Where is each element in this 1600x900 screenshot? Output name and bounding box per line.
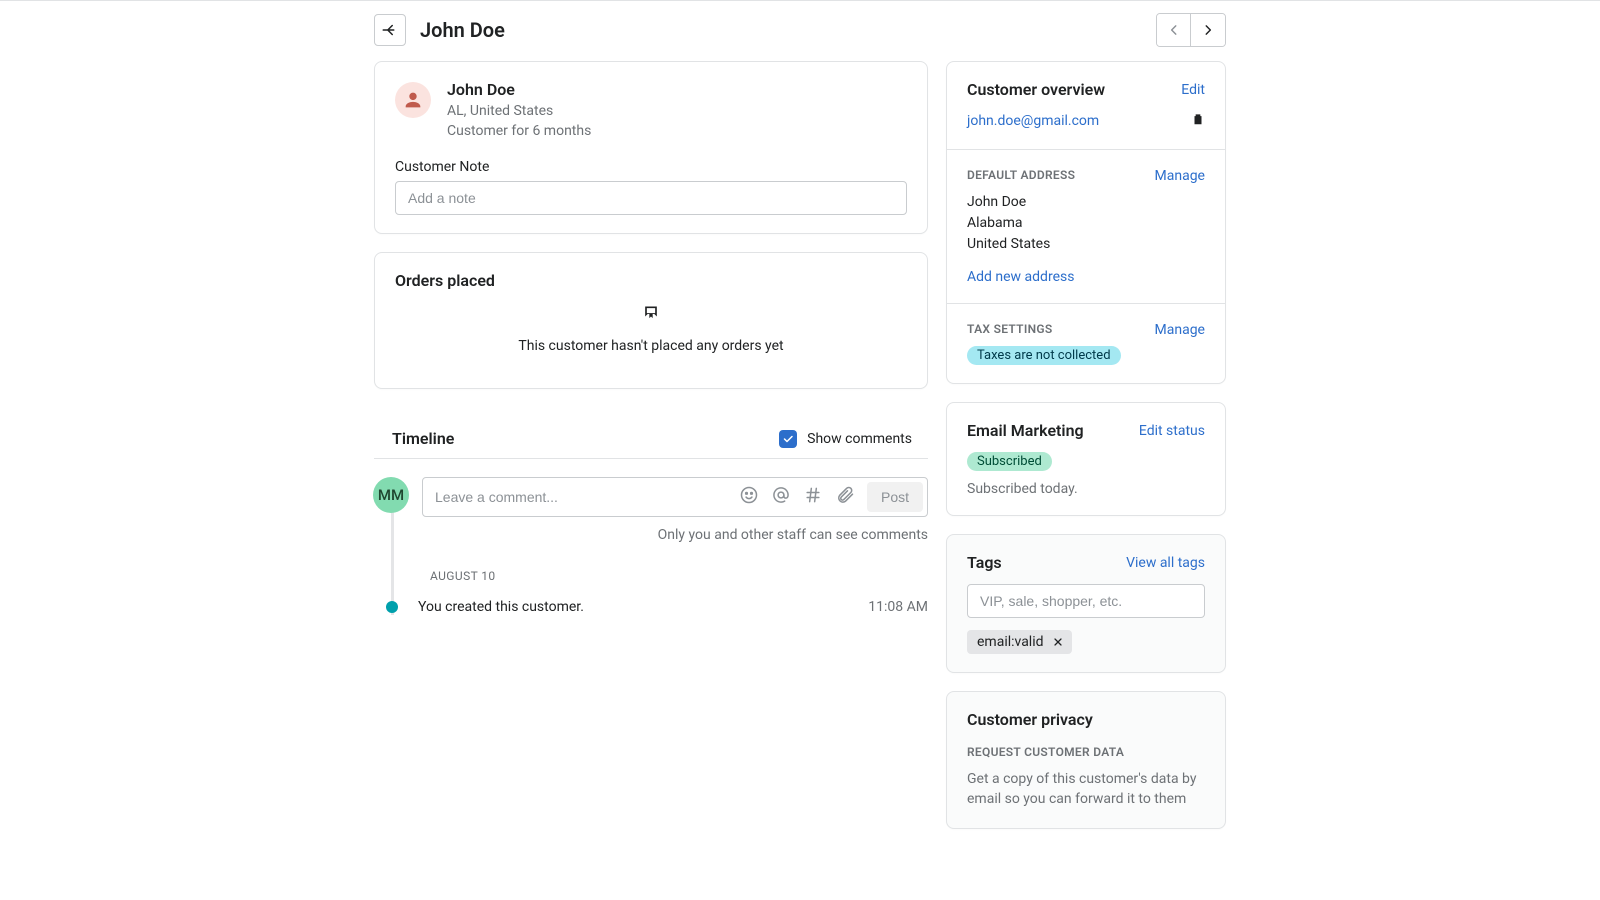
timeline-title: Timeline (392, 429, 454, 448)
default-address-heading: DEFAULT ADDRESS (967, 168, 1075, 182)
hash-icon[interactable] (803, 485, 823, 509)
post-button[interactable]: Post (867, 482, 923, 512)
overview-card: Customer overview Edit john.doe@gmail.co… (946, 61, 1226, 384)
privacy-card: Customer privacy REQUEST CUSTOMER DATA G… (946, 691, 1226, 829)
prev-record-button[interactable] (1157, 14, 1191, 46)
add-address-link[interactable]: Add new address (967, 269, 1074, 285)
address-line: John Doe (967, 192, 1205, 213)
timeline-event: You created this customer. 11:08 AM (374, 593, 928, 615)
page-title: John Doe (420, 18, 505, 42)
customer-name: John Doe (447, 80, 591, 101)
show-comments-toggle[interactable]: Show comments (779, 430, 912, 448)
inbox-icon (641, 304, 661, 324)
comment-hint: Only you and other staff can see comment… (422, 527, 928, 543)
subscription-badge: Subscribed (967, 452, 1052, 471)
orders-empty-message: This customer hasn't placed any orders y… (395, 338, 907, 354)
overview-edit-link[interactable]: Edit (1181, 82, 1205, 98)
timeline-event-text: You created this customer. (418, 599, 848, 615)
manage-tax-link[interactable]: Manage (1155, 322, 1205, 338)
show-comments-label: Show comments (807, 431, 912, 447)
address-line: United States (967, 234, 1205, 255)
checkbox-checked-icon (779, 430, 797, 448)
next-record-button[interactable] (1191, 14, 1225, 46)
tag-chip: email:valid (967, 630, 1072, 654)
orders-title: Orders placed (395, 271, 907, 290)
emoji-icon[interactable] (739, 485, 759, 509)
email-marketing-card: Email Marketing Edit status Subscribed S… (946, 402, 1226, 516)
tax-settings-heading: TAX SETTINGS (967, 322, 1052, 336)
orders-card: Orders placed This customer hasn't place… (374, 252, 928, 389)
customer-email-link[interactable]: john.doe@gmail.com (967, 113, 1099, 129)
tag-label: email:valid (977, 634, 1044, 650)
page-header: John Doe (374, 13, 1226, 61)
customer-location: AL, United States (447, 101, 591, 121)
privacy-title: Customer privacy (967, 710, 1205, 729)
tags-card: Tags View all tags email:valid (946, 534, 1226, 673)
tags-input[interactable] (967, 584, 1205, 618)
tags-title: Tags (967, 553, 1002, 572)
customer-note-input[interactable] (395, 181, 907, 215)
mention-icon[interactable] (771, 485, 791, 509)
chevron-right-icon (1201, 23, 1215, 37)
staff-avatar: MM (373, 477, 409, 513)
edit-marketing-status-link[interactable]: Edit status (1139, 423, 1205, 439)
overview-title: Customer overview (967, 80, 1105, 99)
record-pager (1156, 13, 1226, 47)
comment-composer: Post (422, 477, 928, 517)
chevron-left-icon (1167, 23, 1181, 37)
person-icon (402, 89, 424, 111)
subscription-text: Subscribed today. (967, 481, 1205, 497)
manage-address-link[interactable]: Manage (1155, 168, 1205, 184)
comment-input[interactable] (435, 483, 733, 511)
timeline-event-time: 11:08 AM (868, 599, 928, 615)
view-all-tags-link[interactable]: View all tags (1126, 555, 1205, 571)
attachment-icon[interactable] (835, 485, 855, 509)
customer-avatar (395, 82, 431, 118)
timeline-section: Timeline Show comments MM (374, 407, 928, 615)
customer-note-label: Customer Note (395, 159, 907, 175)
request-data-heading: REQUEST CUSTOMER DATA (967, 745, 1205, 759)
timeline-dot-icon (386, 601, 398, 613)
close-icon (1052, 636, 1064, 648)
remove-tag-button[interactable] (1052, 636, 1064, 648)
arrow-left-icon (381, 21, 399, 39)
tax-status-badge: Taxes are not collected (967, 346, 1121, 365)
customer-summary-card: John Doe AL, United States Customer for … (374, 61, 928, 234)
address-line: Alabama (967, 213, 1205, 234)
request-data-body: Get a copy of this customer's data by em… (967, 769, 1205, 810)
email-marketing-title: Email Marketing (967, 421, 1084, 440)
timeline-date-header: AUGUST 10 (374, 543, 928, 593)
back-button[interactable] (374, 14, 406, 46)
customer-tenure: Customer for 6 months (447, 121, 591, 141)
clipboard-icon[interactable] (1191, 111, 1205, 131)
